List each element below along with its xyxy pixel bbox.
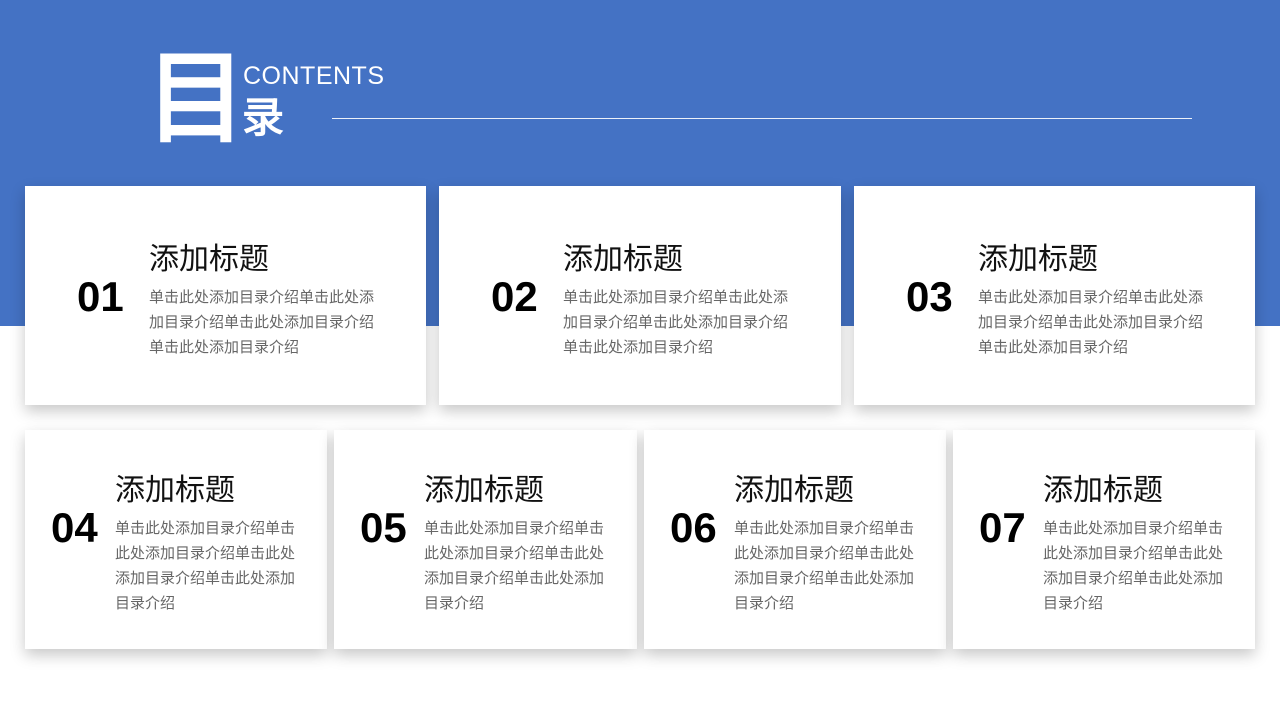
toc-card-05[interactable]: 05 添加标题 单击此处添加目录介绍单击此处添加目录介绍单击此处添加目录介绍单击… xyxy=(334,430,637,649)
toc-title[interactable]: 添加标题 xyxy=(149,242,269,278)
toc-title[interactable]: 添加标题 xyxy=(424,473,544,509)
toc-title[interactable]: 添加标题 xyxy=(1043,473,1163,509)
toc-description[interactable]: 单击此处添加目录介绍单击此处添加目录介绍单击此处添加目录介绍单击此处添加目录介绍 xyxy=(424,516,604,616)
toc-card-01[interactable]: 01 添加标题 单击此处添加目录介绍单击此处添加目录介绍单击此处添加目录介绍单击… xyxy=(25,186,426,405)
toc-title[interactable]: 添加标题 xyxy=(734,473,854,509)
toc-number: 05 xyxy=(360,504,407,551)
contents-title-english: CONTENTS xyxy=(243,62,385,90)
toc-description[interactable]: 单击此处添加目录介绍单击此处添加目录介绍单击此处添加目录介绍单击此处添加目录介绍 xyxy=(115,516,295,616)
toc-number: 04 xyxy=(51,504,98,551)
toc-description[interactable]: 单击此处添加目录介绍单击此处添加目录介绍单击此处添加目录介绍单击此处添加目录介绍 xyxy=(1043,516,1223,616)
toc-description[interactable]: 单击此处添加目录介绍单击此处添加目录介绍单击此处添加目录介绍单击此处添加目录介绍 xyxy=(563,285,795,360)
toc-number: 06 xyxy=(670,504,717,551)
toc-description[interactable]: 单击此处添加目录介绍单击此处添加目录介绍单击此处添加目录介绍单击此处添加目录介绍 xyxy=(734,516,914,616)
toc-number: 03 xyxy=(906,273,953,320)
toc-card-04[interactable]: 04 添加标题 单击此处添加目录介绍单击此处添加目录介绍单击此处添加目录介绍单击… xyxy=(25,430,327,649)
toc-title[interactable]: 添加标题 xyxy=(115,473,235,509)
contents-title-big-char: 目 xyxy=(146,40,246,157)
contents-title-chinese: 录 xyxy=(242,93,285,142)
toc-number: 02 xyxy=(491,273,538,320)
toc-card-06[interactable]: 06 添加标题 单击此处添加目录介绍单击此处添加目录介绍单击此处添加目录介绍单击… xyxy=(644,430,946,649)
toc-number: 01 xyxy=(77,273,124,320)
header-divider xyxy=(332,118,1192,119)
toc-description[interactable]: 单击此处添加目录介绍单击此处添加目录介绍单击此处添加目录介绍单击此处添加目录介绍 xyxy=(978,285,1210,360)
toc-title[interactable]: 添加标题 xyxy=(563,242,683,278)
toc-card-02[interactable]: 02 添加标题 单击此处添加目录介绍单击此处添加目录介绍单击此处添加目录介绍单击… xyxy=(439,186,841,405)
toc-number: 07 xyxy=(979,504,1026,551)
toc-card-07[interactable]: 07 添加标题 单击此处添加目录介绍单击此处添加目录介绍单击此处添加目录介绍单击… xyxy=(953,430,1255,649)
toc-title[interactable]: 添加标题 xyxy=(978,242,1098,278)
toc-card-03[interactable]: 03 添加标题 单击此处添加目录介绍单击此处添加目录介绍单击此处添加目录介绍单击… xyxy=(854,186,1255,405)
toc-description[interactable]: 单击此处添加目录介绍单击此处添加目录介绍单击此处添加目录介绍单击此处添加目录介绍 xyxy=(149,285,381,360)
